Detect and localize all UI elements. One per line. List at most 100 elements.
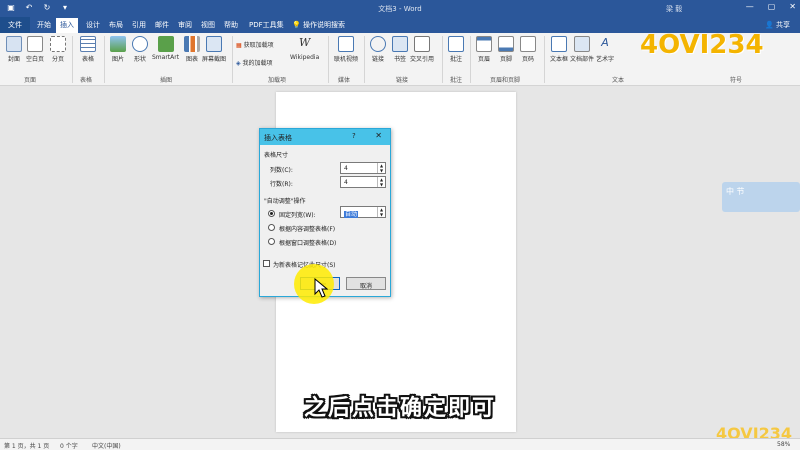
table-size-heading: 表格尺寸 <box>264 152 289 159</box>
cross-reference-icon <box>414 36 430 52</box>
group-comments: 批注 <box>450 77 463 84</box>
page-break-button[interactable]: 分页 <box>50 36 66 63</box>
group-symbols: 符号 <box>730 77 743 84</box>
picture-icon <box>110 36 126 52</box>
spinner-arrows-icon[interactable]: ▲ ▼ <box>377 177 385 187</box>
word-count[interactable]: 0 个字 <box>60 441 78 450</box>
lightbulb-icon: 💡 <box>292 21 303 29</box>
quick-parts-button[interactable]: 文档部件 <box>570 36 594 63</box>
page-break-icon <box>50 36 66 52</box>
tab-layout[interactable]: 布局 <box>105 20 127 30</box>
online-video-icon <box>338 36 354 52</box>
maximize-button[interactable]: ▢ <box>768 2 776 11</box>
group-links: 链接 <box>396 77 409 84</box>
columns-spinner[interactable]: 4 ▲ ▼ <box>340 162 386 174</box>
table-button[interactable]: 表格 <box>80 36 96 63</box>
smartart-button[interactable]: SmartArt <box>152 36 179 61</box>
tab-home[interactable]: 开始 <box>33 20 55 30</box>
language-status[interactable]: 中文(中国) <box>92 441 121 450</box>
fit-contents-label: 根据内容调整表格(F) <box>279 226 336 233</box>
group-text: 文本 <box>612 77 625 84</box>
smartart-icon <box>157 36 174 52</box>
help-icon[interactable]: ? <box>352 132 356 140</box>
store-icon: ▦ <box>236 42 244 49</box>
bookmark-button[interactable]: 书签 <box>392 36 408 63</box>
picture-button[interactable]: 图片 <box>110 36 126 63</box>
minimize-button[interactable]: — <box>746 2 754 11</box>
autofit-heading: "自动调整"操作 <box>264 198 306 205</box>
page-number-icon <box>520 36 536 52</box>
tab-insert[interactable]: 插入 <box>56 18 78 33</box>
tab-pdf-tools[interactable]: PDF工具集 <box>245 20 288 30</box>
dialog-title: 插入表格 <box>264 134 292 142</box>
footer-button[interactable]: 页脚 <box>498 36 514 63</box>
comment-button[interactable]: 批注 <box>448 36 464 63</box>
get-addins-button[interactable]: ▦ 获取加载项 <box>236 40 274 49</box>
bookmark-icon <box>392 36 408 52</box>
chart-icon <box>184 36 200 52</box>
blank-page-icon <box>27 36 43 52</box>
tab-review[interactable]: 审阅 <box>174 20 196 30</box>
wikipedia-icon: W <box>298 36 311 49</box>
group-illustrations: 插图 <box>160 77 173 84</box>
header-button[interactable]: 页眉 <box>476 36 492 63</box>
wordart-button[interactable]: A 艺术字 <box>596 36 614 63</box>
mouse-pointer-icon <box>314 278 328 298</box>
title-bar: ▣ ↶ ↻ ▾ 文档3 - Word 梁 毅 — ▢ ✕ <box>0 0 800 17</box>
wikipedia-button[interactable]: W Wikipedia <box>290 36 319 61</box>
cancel-button[interactable]: 取消 <box>346 277 386 290</box>
status-bar: 第 1 页，共 1 页 0 个字 中文(中国) 58% <box>0 438 800 450</box>
link-button[interactable]: 链接 <box>370 36 386 63</box>
fit-contents-radio[interactable] <box>268 224 275 231</box>
zoom-level[interactable]: 58% <box>777 441 790 448</box>
screenshot-icon <box>206 36 222 52</box>
group-addins: 加载项 <box>268 77 287 84</box>
link-icon <box>370 36 386 52</box>
chart-button[interactable]: 图表 <box>184 36 200 63</box>
dialog-title-bar: 插入表格 ? ✕ <box>260 129 390 145</box>
tab-file[interactable]: 文件 <box>0 17 30 33</box>
fit-window-label: 根据窗口调整表格(D) <box>279 240 337 247</box>
footer-icon <box>498 36 514 52</box>
wordart-icon: A <box>601 36 609 49</box>
video-caption: 之后点击确定即可 <box>303 396 496 421</box>
blank-page-button[interactable]: 空白页 <box>26 36 44 63</box>
header-icon <box>476 36 492 52</box>
screenshot-button[interactable]: 屏幕截图 <box>202 36 226 63</box>
share-button[interactable]: 👤 共享 <box>765 20 790 30</box>
person-icon: 👤 <box>765 21 776 29</box>
spinner-arrows-icon[interactable]: ▲ ▼ <box>377 207 385 217</box>
fixed-width-radio[interactable] <box>268 210 275 217</box>
online-video-button[interactable]: 联机视频 <box>334 36 358 63</box>
tell-me-search[interactable]: 💡 操作说明搜索 <box>292 20 345 30</box>
cover-page-icon <box>6 36 22 52</box>
table-icon <box>80 36 96 52</box>
close-button[interactable]: ✕ <box>789 2 796 11</box>
tab-view[interactable]: 视图 <box>197 20 219 30</box>
comment-icon <box>448 36 464 52</box>
rows-spinner[interactable]: 4 ▲ ▼ <box>340 176 386 188</box>
rows-label: 行数(R): <box>270 181 293 188</box>
remember-size-checkbox[interactable] <box>263 260 270 267</box>
dialog-close-icon[interactable]: ✕ <box>375 131 382 140</box>
my-addins-button[interactable]: ◈ 我的加载项 <box>236 58 273 67</box>
textbox-button[interactable]: 文本框 <box>550 36 568 63</box>
tab-help[interactable]: 帮助 <box>220 20 242 30</box>
page-number-button[interactable]: 页码 <box>520 36 536 63</box>
columns-label: 列数(C): <box>270 167 293 174</box>
watermark-logo: 4OVI234 <box>640 30 764 60</box>
user-name[interactable]: 梁 毅 <box>666 4 682 14</box>
tab-mailings[interactable]: 邮件 <box>151 20 173 30</box>
cross-reference-button[interactable]: 交叉引用 <box>410 36 434 63</box>
group-header-footer: 页眉和页脚 <box>490 77 521 84</box>
quick-parts-icon <box>574 36 590 52</box>
page-count[interactable]: 第 1 页，共 1 页 <box>4 441 49 450</box>
cover-page-button[interactable]: 封面 <box>6 36 22 63</box>
fixed-width-label: 固定列宽(W): <box>279 212 316 219</box>
fixed-width-spinner[interactable]: 自动 ▲ ▼ <box>340 206 386 218</box>
fit-window-radio[interactable] <box>268 238 275 245</box>
tab-design[interactable]: 设计 <box>82 20 104 30</box>
tab-references[interactable]: 引用 <box>128 20 150 30</box>
shapes-button[interactable]: 形状 <box>132 36 148 63</box>
spinner-arrows-icon[interactable]: ▲ ▼ <box>377 163 385 173</box>
